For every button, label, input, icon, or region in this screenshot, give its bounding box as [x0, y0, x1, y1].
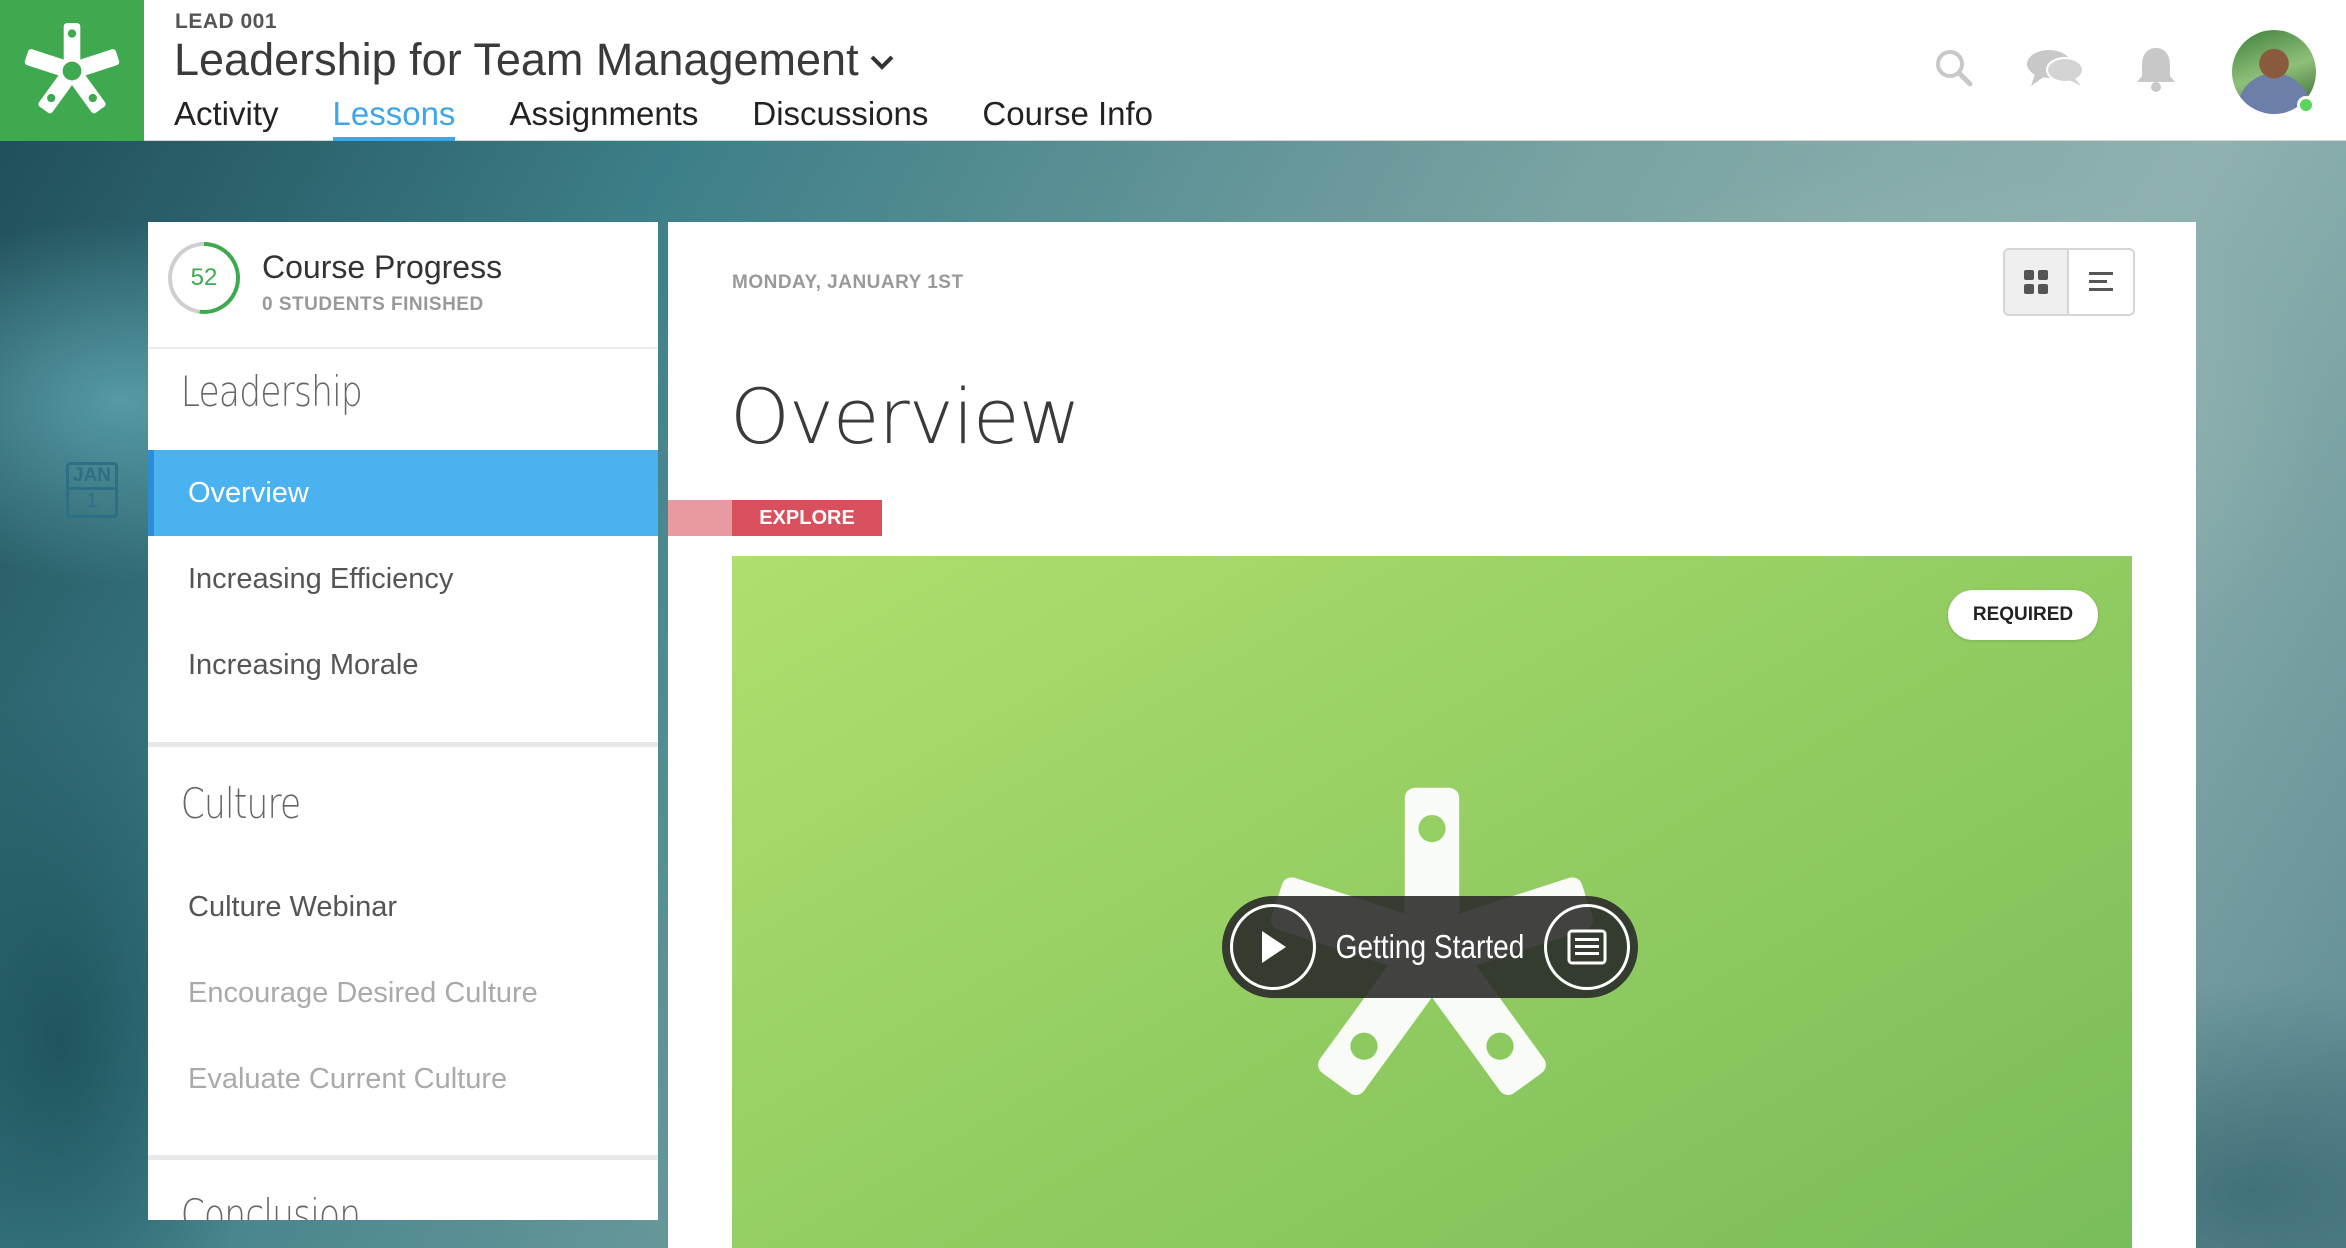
- progress-title: Course Progress: [262, 249, 503, 285]
- logo-star-icon: [24, 22, 120, 113]
- section-divider: [148, 1155, 658, 1160]
- progress-subtitle: 0 STUDENTS FINISHED: [262, 294, 484, 315]
- course-title: Leadership for Team Management: [174, 34, 859, 85]
- lesson-main-panel: MONDAY, JANUARY 1ST Overview EXPLORE REQ…: [668, 222, 2196, 1248]
- date-month: JAN: [69, 465, 115, 490]
- course-progress: 52 Course Progress 0 STUDENTS FINISHED: [148, 222, 658, 349]
- transcript-button[interactable]: [1544, 904, 1630, 990]
- search-icon[interactable]: [1928, 42, 1980, 94]
- media-player-pill: Getting Started: [1222, 896, 1638, 998]
- lesson-date: MONDAY, JANUARY 1ST: [732, 272, 964, 293]
- sidebar-item-encourage-desired-culture[interactable]: Encourage Desired Culture: [148, 950, 658, 1036]
- course-title-dropdown[interactable]: Leadership for Team Management: [174, 34, 895, 86]
- section-title-conclusion: Conclusion: [180, 1190, 361, 1220]
- document-icon: [1567, 929, 1607, 965]
- lesson-media-card[interactable]: REQUIRED Getting Started: [732, 556, 2132, 1248]
- play-button[interactable]: [1230, 904, 1316, 990]
- course-tabs: Activity Lessons Assignments Discussions…: [174, 94, 1207, 141]
- tab-discussions[interactable]: Discussions: [752, 94, 928, 141]
- section-title-culture: Culture: [180, 779, 301, 828]
- list-view-button[interactable]: [2069, 250, 2133, 314]
- list-icon: [2089, 272, 2113, 291]
- date-calendar-tag: JAN 1: [66, 462, 118, 518]
- app-logo[interactable]: [0, 0, 144, 141]
- tab-activity[interactable]: Activity: [174, 94, 279, 141]
- explore-tag: EXPLORE: [732, 500, 882, 536]
- sidebar-item-increasing-efficiency[interactable]: Increasing Efficiency: [148, 536, 658, 622]
- required-badge: REQUIRED: [1948, 590, 2098, 640]
- tab-course-info[interactable]: Course Info: [982, 94, 1153, 141]
- chat-icon[interactable]: [2025, 42, 2085, 94]
- sidebar-item-evaluate-current-culture[interactable]: Evaluate Current Culture: [148, 1036, 658, 1122]
- section-divider: [148, 742, 658, 747]
- section-title-leadership: Leadership: [180, 367, 363, 416]
- grid-icon: [2024, 270, 2048, 294]
- bell-icon[interactable]: [2130, 42, 2182, 94]
- chevron-down-icon: [870, 55, 894, 70]
- date-day: 1: [86, 490, 98, 512]
- sidebar-item-culture-webinar[interactable]: Culture Webinar: [148, 864, 658, 950]
- play-icon: [1262, 931, 1286, 963]
- tag-stub: [668, 500, 732, 536]
- sidebar-item-overview[interactable]: Overview: [148, 450, 658, 536]
- online-status-indicator: [2297, 96, 2315, 114]
- grid-view-button[interactable]: [2005, 250, 2070, 314]
- progress-value: 52: [190, 264, 218, 291]
- media-title: Getting Started: [1335, 928, 1525, 965]
- view-toggle: [2003, 248, 2135, 316]
- lessons-sidebar: 52 Course Progress 0 STUDENTS FINISHED L…: [148, 222, 658, 1220]
- tab-assignments[interactable]: Assignments: [509, 94, 698, 141]
- sidebar-item-increasing-morale[interactable]: Increasing Morale: [148, 622, 658, 708]
- tab-lessons[interactable]: Lessons: [332, 94, 456, 141]
- page-title: Overview: [730, 372, 1081, 461]
- course-code: LEAD 001: [175, 10, 278, 33]
- top-header: LEAD 001 Leadership for Team Management …: [0, 0, 2346, 141]
